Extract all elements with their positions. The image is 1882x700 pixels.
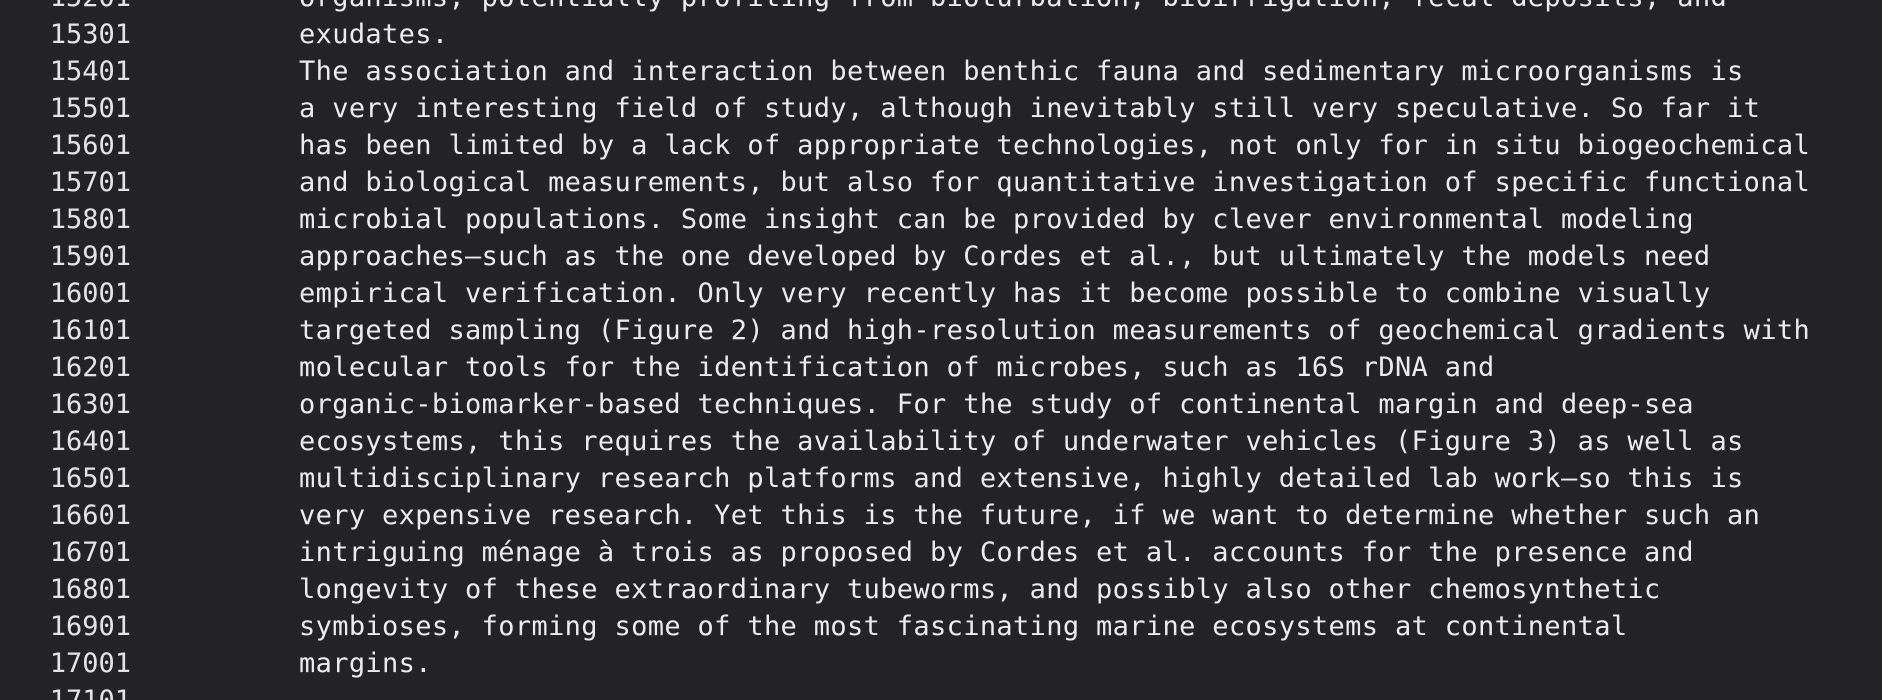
line-text: longevity of these extraordinary tubewor… bbox=[299, 574, 1661, 605]
text-line: 16401 ecosystems, this requires the avail… bbox=[0, 423, 1882, 460]
text-line: 16201 molecular tools for the identificat… bbox=[0, 349, 1882, 386]
line-number: 16801 bbox=[49, 574, 131, 605]
line-text: and biological measurements, but also fo… bbox=[299, 167, 1811, 198]
line-number: 16001 bbox=[49, 278, 131, 309]
line-text: targeted sampling (Figure 2) and high-re… bbox=[299, 315, 1811, 346]
text-line: 16501 multidisciplinary research platform… bbox=[0, 460, 1882, 497]
text-line: 17001 margins. bbox=[0, 645, 1882, 682]
text-line: 16001 empirical verification. Only very r… bbox=[0, 275, 1882, 312]
line-number: 16101 bbox=[49, 315, 131, 346]
text-line: 15201 organisms, potentially profiting fr… bbox=[0, 0, 1882, 16]
line-text: organisms, potentially profiting from bi… bbox=[299, 0, 1727, 16]
line-text: microbial populations. Some insight can … bbox=[299, 204, 1694, 235]
text-line: 15501 a very interesting field of study, … bbox=[0, 90, 1882, 127]
text-line: 16101 targeted sampling (Figure 2) and hi… bbox=[0, 312, 1882, 349]
line-text: approaches—such as the one developed by … bbox=[299, 241, 1711, 272]
line-text: very expensive research. Yet this is the… bbox=[299, 500, 1761, 531]
text-line: 16701 intriguing ménage à trois as propos… bbox=[0, 534, 1882, 571]
text-viewer[interactable]: 15201 organisms, potentially profiting fr… bbox=[0, 0, 1882, 700]
line-text: ecosystems, this requires the availabili… bbox=[299, 426, 1744, 457]
line-number: 15201 bbox=[0, 0, 131, 16]
line-number: 15401 bbox=[49, 56, 131, 87]
text-line: 16901 symbioses, forming some of the most… bbox=[0, 608, 1882, 645]
line-text: a very interesting field of study, altho… bbox=[299, 93, 1761, 124]
text-line: 15601 has been limited by a lack of appro… bbox=[0, 127, 1882, 164]
line-number: 16401 bbox=[49, 426, 131, 457]
text-line: 15801 microbial populations. Some insight… bbox=[0, 201, 1882, 238]
line-text: organic-biomarker-based techniques. For … bbox=[299, 389, 1694, 420]
text-line: 17101 bbox=[0, 682, 1882, 700]
line-number: 15701 bbox=[49, 167, 131, 198]
line-number: 16301 bbox=[49, 389, 131, 420]
line-text: empirical verification. Only very recent… bbox=[299, 278, 1711, 309]
line-text: multidisciplinary research platforms and… bbox=[299, 463, 1744, 494]
line-text: The association and interaction between … bbox=[299, 56, 1744, 87]
text-line: 16301 organic-biomarker-based techniques.… bbox=[0, 386, 1882, 423]
line-number: 16601 bbox=[49, 500, 131, 531]
line-text: intriguing ménage à trois as proposed by… bbox=[299, 537, 1694, 568]
text-line: 15301 exudates. bbox=[0, 16, 1882, 53]
line-number: 17101 bbox=[0, 682, 131, 700]
line-text: exudates. bbox=[299, 19, 449, 50]
line-number: 16701 bbox=[49, 537, 131, 568]
text-line: 15901 approaches—such as the one develope… bbox=[0, 238, 1882, 275]
text-line: 15401 The association and interaction bet… bbox=[0, 53, 1882, 90]
line-text: molecular tools for the identification o… bbox=[299, 352, 1495, 383]
line-number: 15801 bbox=[49, 204, 131, 235]
line-number: 15901 bbox=[49, 241, 131, 272]
text-line: 16601 very expensive research. Yet this i… bbox=[0, 497, 1882, 534]
line-number: 16501 bbox=[49, 463, 131, 494]
text-line: 16801 longevity of these extraordinary tu… bbox=[0, 571, 1882, 608]
line-number: 15501 bbox=[49, 93, 131, 124]
line-number: 16901 bbox=[49, 611, 131, 642]
line-text: margins. bbox=[299, 648, 432, 679]
line-text: symbioses, forming some of the most fasc… bbox=[299, 611, 1628, 642]
text-line: 15701 and biological measurements, but al… bbox=[0, 164, 1882, 201]
line-list: 15201 organisms, potentially profiting fr… bbox=[0, 0, 1882, 700]
line-text: has been limited by a lack of appropriat… bbox=[299, 130, 1811, 161]
line-number: 15601 bbox=[49, 130, 131, 161]
line-number: 15301 bbox=[49, 19, 131, 50]
line-number: 16201 bbox=[49, 352, 131, 383]
line-number: 17001 bbox=[49, 648, 131, 679]
